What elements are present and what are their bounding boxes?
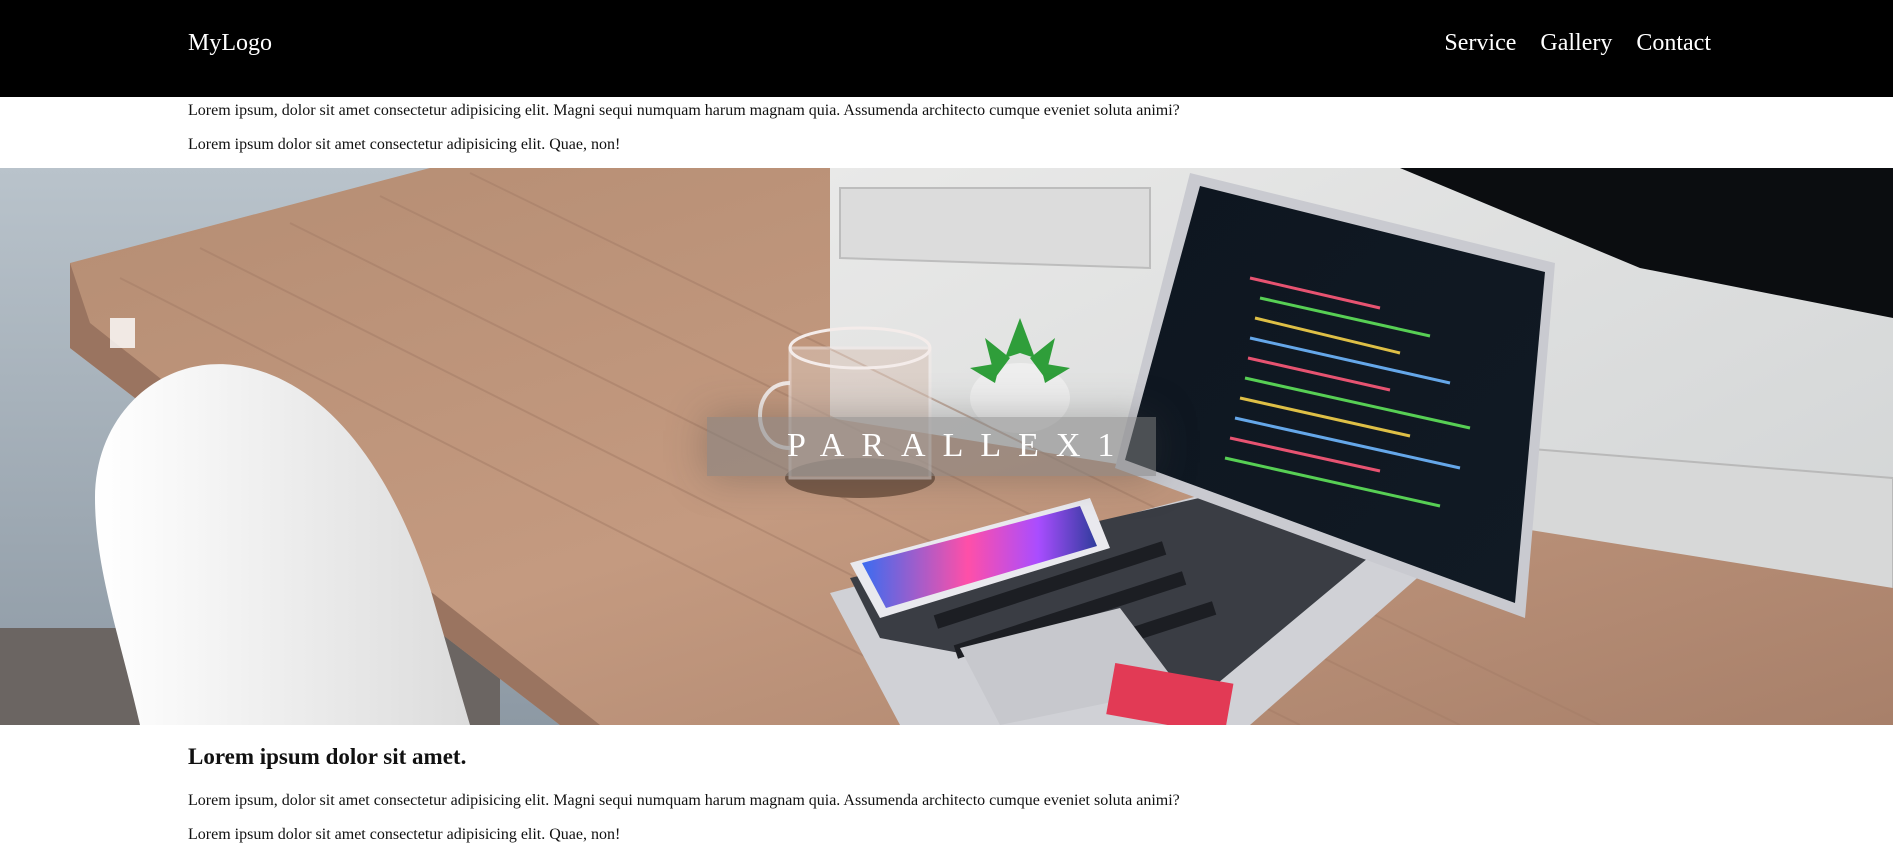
navbar: MyLogo Service Gallery Contact	[0, 0, 1893, 97]
intro-paragraph-1: Lorem ipsum, dolor sit amet consectetur …	[188, 102, 1180, 119]
nav-link-contact[interactable]: Contact	[1636, 26, 1711, 60]
section-heading: Lorem ipsum dolor sit amet.	[188, 744, 467, 769]
nav-links: Service Gallery Contact	[1444, 26, 1711, 60]
section-paragraph-2: Lorem ipsum dolor sit amet consectetur a…	[188, 826, 621, 843]
logo-link[interactable]: MyLogo	[188, 26, 272, 60]
hero-title: PARALLEX1	[787, 427, 1132, 464]
nav-link-service[interactable]: Service	[1444, 26, 1516, 60]
section-paragraph-1: Lorem ipsum, dolor sit amet consectetur …	[188, 792, 1180, 809]
nav-link-gallery[interactable]: Gallery	[1540, 26, 1612, 60]
parallax-hero: PARALLEX1	[0, 168, 1893, 725]
intro-paragraph-2: Lorem ipsum dolor sit amet consectetur a…	[188, 136, 621, 153]
